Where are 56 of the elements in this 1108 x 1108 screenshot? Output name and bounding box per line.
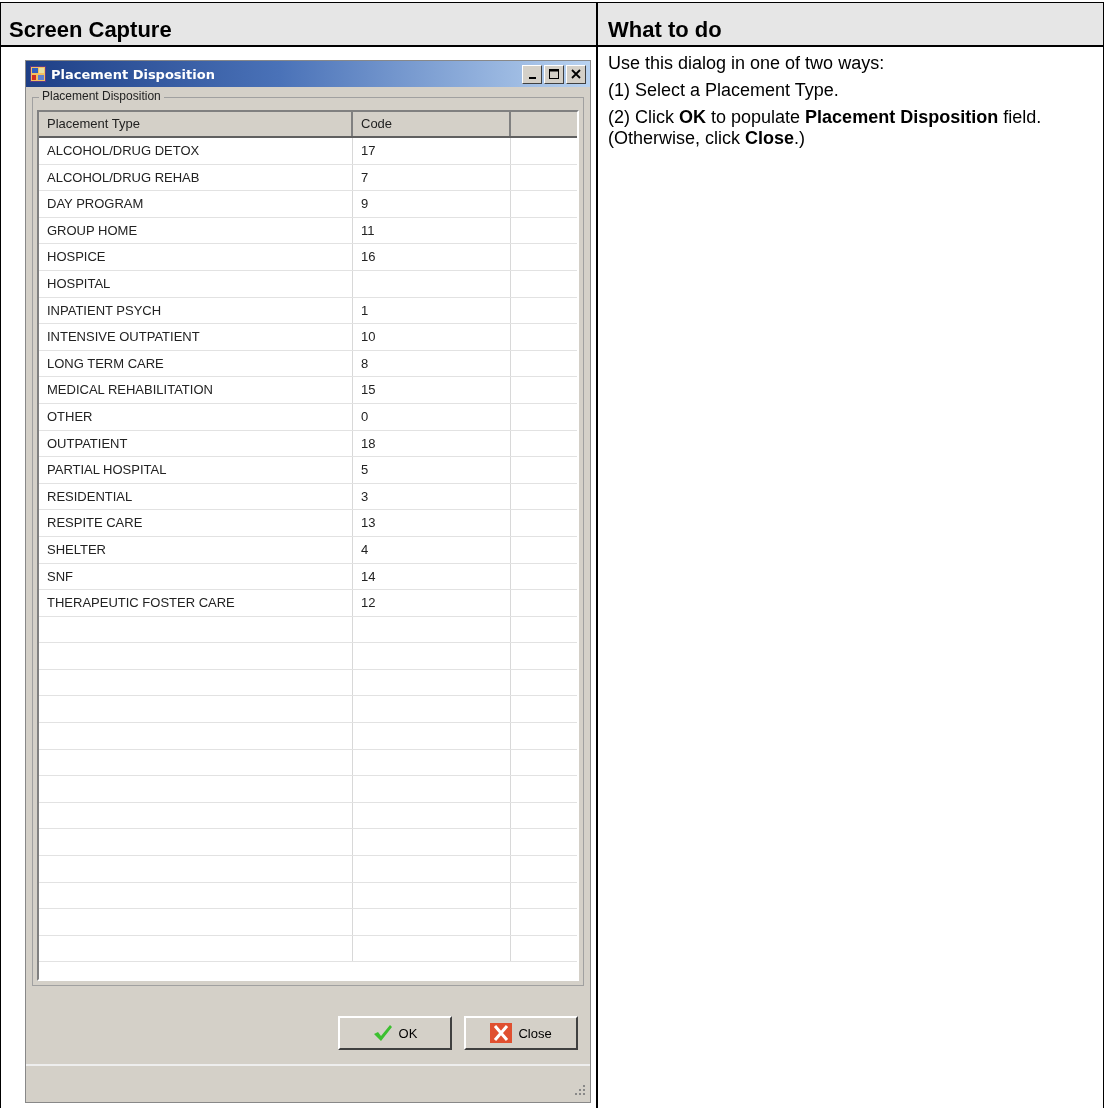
- table-cell: 4: [353, 536, 511, 563]
- ok-button[interactable]: OK: [338, 1016, 452, 1050]
- table-cell: 11: [353, 217, 511, 244]
- table-cell: 18: [353, 430, 511, 457]
- minimize-icon: [528, 77, 536, 79]
- column-header[interactable]: Code: [353, 112, 511, 136]
- table-cell: LONG TERM CARE: [39, 350, 353, 377]
- table-cell: 10: [353, 324, 511, 350]
- table-cell: 8: [353, 350, 511, 377]
- column-header: Screen Capture: [1, 3, 598, 45]
- table-cell: 1: [353, 297, 511, 324]
- table-cell: RESIDENTIAL: [39, 483, 353, 510]
- table-cell: HOSPICE: [39, 244, 353, 270]
- table-cell: THERAPEUTIC FOSTER CARE: [39, 590, 353, 616]
- resize-grip-icon[interactable]: [574, 1084, 586, 1096]
- instruction-text: Use this dialog in one of two ways:: [608, 53, 886, 74]
- table-cell: 5: [353, 457, 511, 483]
- table-cell: 0: [353, 403, 511, 430]
- table-cell: OUTPATIENT: [39, 430, 353, 457]
- table-cell: OTHER: [39, 403, 353, 430]
- table-cell: 17: [353, 138, 511, 164]
- table-cell: 9: [353, 191, 511, 217]
- table-cell: ALCOHOL/DRUG DETOX: [39, 138, 353, 164]
- column-header: What to do: [607, 16, 723, 44]
- table-cell: 14: [353, 563, 511, 590]
- table-cell: ALCOHOL/DRUG REHAB: [39, 164, 353, 191]
- table-cell: HOSPITAL: [39, 270, 353, 297]
- table-cell: PARTIAL HOSPITAL: [39, 457, 353, 483]
- window-title: Placement Disposition: [51, 66, 215, 82]
- instruction-text: (2) Click OK to populate Placement Disposition field. (Otherwise, click Close.): [608, 107, 1043, 149]
- table-cell: RESPITE CARE: [39, 510, 353, 536]
- minimize-button[interactable]: [522, 64, 542, 84]
- table-cell: 12: [353, 590, 511, 616]
- app-icon: [30, 66, 46, 82]
- table-cell: 7: [353, 164, 511, 191]
- table-cell: SHELTER: [39, 536, 353, 563]
- close-button[interactable]: [566, 64, 586, 84]
- maximize-button[interactable]: [544, 64, 564, 84]
- checkmark-icon: [372, 1024, 393, 1042]
- table-cell: 16: [353, 244, 511, 270]
- table-cell: 15: [353, 377, 511, 403]
- group-label: Placement Disposition: [39, 89, 164, 103]
- table-cell: MEDICAL REHABILITATION: [39, 377, 353, 403]
- instruction-text: (1) Select a Placement Type.: [608, 80, 840, 101]
- close-icon: [571, 69, 581, 79]
- x-icon: [490, 1023, 513, 1043]
- close-button[interactable]: Close: [464, 1016, 578, 1050]
- table-cell: INPATIENT PSYCH: [39, 297, 353, 324]
- table-cell: 13: [353, 510, 511, 536]
- table-cell: DAY PROGRAM: [39, 191, 353, 217]
- maximize-icon: [549, 69, 559, 79]
- table-cell: GROUP HOME: [39, 217, 353, 244]
- column-header[interactable]: Placement Type: [39, 112, 353, 136]
- table-cell: 3: [353, 483, 511, 510]
- table-cell: INTENSIVE OUTPATIENT: [39, 324, 353, 350]
- table-cell: SNF: [39, 563, 353, 590]
